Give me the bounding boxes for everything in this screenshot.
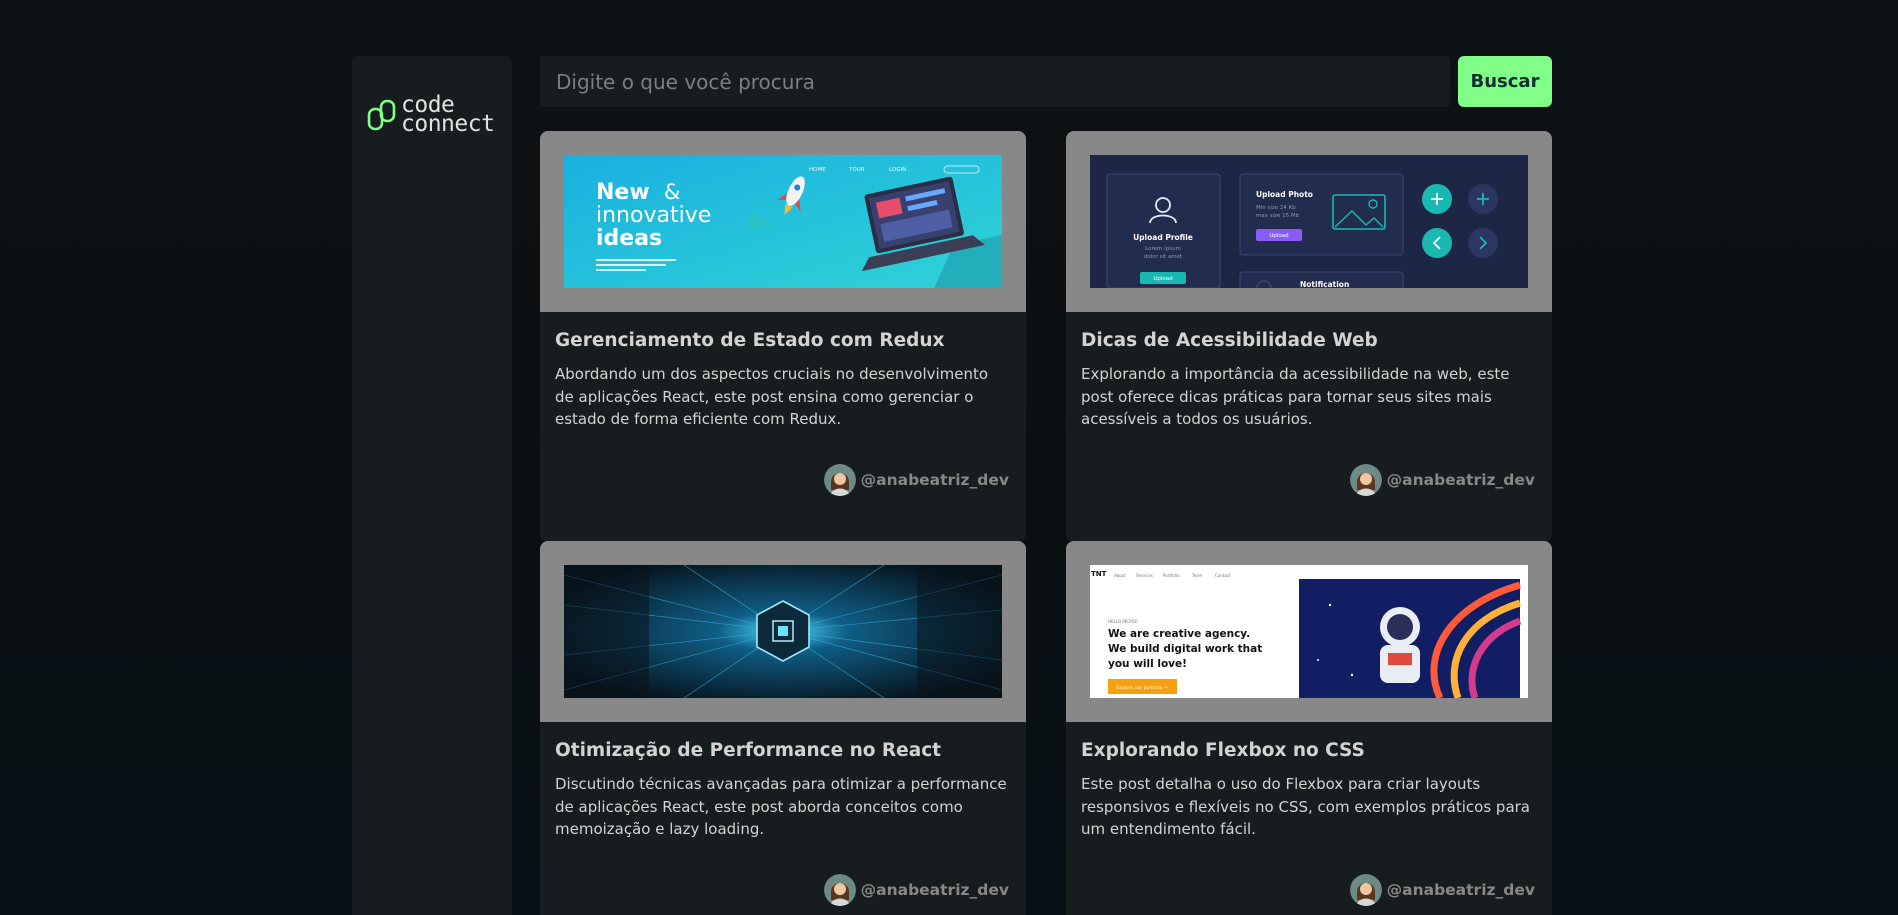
svg-text:HELLO PEOPLE: HELLO PEOPLE	[1108, 619, 1138, 624]
upload-photo-button: Upload	[1269, 233, 1288, 239]
svg-text:About: About	[1114, 573, 1126, 578]
agency-headline-3: you will love!	[1108, 658, 1187, 670]
post-image-redux: HOME TOUR LOGIN New & innovative ideas	[564, 155, 1002, 288]
post-title[interactable]: Dicas de Acessibilidade Web	[1081, 330, 1536, 351]
post-image-accessibility: Upload Profile Lorem ipsum dolor sit ame…	[1090, 155, 1528, 303]
logo-icon	[367, 99, 396, 131]
sidebar: code connect	[352, 56, 512, 915]
post-title[interactable]: Gerenciamento de Estado com Redux	[555, 330, 1010, 351]
post-card-body: Dicas de Acessibilidade Web Explorando a…	[1066, 312, 1552, 542]
post-title[interactable]: Explorando Flexbox no CSS	[1081, 740, 1536, 761]
post-card-body: Otimização de Performance no React Discu…	[540, 722, 1026, 915]
post-author[interactable]: @anabeatriz_dev	[1349, 464, 1535, 496]
agency-headline-2: We build digital work that	[1108, 643, 1262, 655]
agency-cta: Explore our portfolio →	[1116, 685, 1167, 691]
notification-title: Notification	[1300, 280, 1349, 288]
post-author[interactable]: @anabeatriz_dev	[823, 464, 1009, 496]
post-description: Abordando um dos aspectos cruciais no de…	[555, 365, 989, 428]
post-author[interactable]: @anabeatriz_dev	[823, 874, 1009, 906]
search-input[interactable]	[540, 56, 1450, 107]
svg-text:Lorem ipsum: Lorem ipsum	[1145, 246, 1181, 252]
svg-text:Services: Services	[1136, 573, 1153, 578]
svg-text:Contact: Contact	[1215, 573, 1231, 578]
post-description: Este post detalha o uso do Flexbox para …	[1081, 775, 1531, 838]
upload-photo-title: Upload Photo	[1256, 190, 1313, 199]
code-connect-logo[interactable]: code connect	[367, 94, 495, 137]
post-card-body: Explorando Flexbox no CSS Este post deta…	[1066, 722, 1552, 915]
author-handle: @anabeatriz_dev	[860, 881, 1009, 899]
upload-profile-title: Upload Profile	[1133, 233, 1193, 242]
agency-headline-1: We are creative agency.	[1108, 628, 1250, 640]
avatar	[1349, 874, 1382, 906]
hero-nav-login: LOGIN	[889, 167, 906, 173]
avatar	[823, 464, 856, 496]
author-handle: @anabeatriz_dev	[860, 471, 1009, 489]
svg-text:max size 15 Mb: max size 15 Mb	[1256, 213, 1300, 219]
hero-word-ideas: ideas	[596, 226, 662, 251]
post-author[interactable]: @anabeatriz_dev	[1349, 874, 1535, 906]
post-card[interactable]: Otimização de Performance no React Discu…	[540, 541, 1026, 915]
svg-text:Min size 24 Kb: Min size 24 Kb	[1256, 205, 1296, 211]
post-image-performance	[563, 564, 1003, 699]
author-handle: @anabeatriz_dev	[1386, 881, 1535, 899]
svg-text:dolor sit amet: dolor sit amet	[1144, 254, 1183, 260]
post-card[interactable]: TNT About Services Portfolio Team Contac…	[1066, 541, 1552, 915]
post-description: Explorando a importância da acessibilida…	[1081, 365, 1510, 428]
search-button[interactable]: Buscar	[1458, 56, 1552, 107]
upload-profile-button: Upload	[1153, 276, 1172, 282]
hero-nav-home: HOME	[809, 167, 826, 173]
logo-line-2: connect	[401, 111, 495, 137]
logo-wordmark: code connect	[401, 94, 495, 137]
svg-text:Team: Team	[1191, 573, 1203, 578]
post-image-frame: Upload Profile Lorem ipsum dolor sit ame…	[1066, 131, 1552, 312]
post-image-frame: HOME TOUR LOGIN New & innovative ideas	[540, 131, 1026, 312]
author-handle: @anabeatriz_dev	[1386, 471, 1535, 489]
avatar	[1349, 464, 1382, 496]
hero-word-new: New	[596, 180, 650, 205]
avatar	[823, 874, 856, 906]
post-card-body: Gerenciamento de Estado com Redux Aborda…	[540, 312, 1026, 542]
hero-nav-tour: TOUR	[848, 167, 865, 173]
post-image-frame	[540, 541, 1026, 722]
post-description: Discutindo técnicas avançadas para otimi…	[555, 775, 1007, 838]
hero-word-innovative: innovative	[596, 203, 711, 228]
svg-text:Portfolio: Portfolio	[1163, 573, 1180, 578]
post-title[interactable]: Otimização de Performance no React	[555, 740, 1010, 761]
hero-amp: &	[664, 180, 680, 204]
post-image-flexbox: TNT About Services Portfolio Team Contac…	[1090, 565, 1528, 700]
post-card[interactable]: HOME TOUR LOGIN New & innovative ideas G…	[540, 131, 1026, 542]
post-card[interactable]: Upload Profile Lorem ipsum dolor sit ame…	[1066, 131, 1552, 542]
post-image-frame: TNT About Services Portfolio Team Contac…	[1066, 541, 1552, 722]
agency-brand: TNT	[1091, 570, 1107, 578]
